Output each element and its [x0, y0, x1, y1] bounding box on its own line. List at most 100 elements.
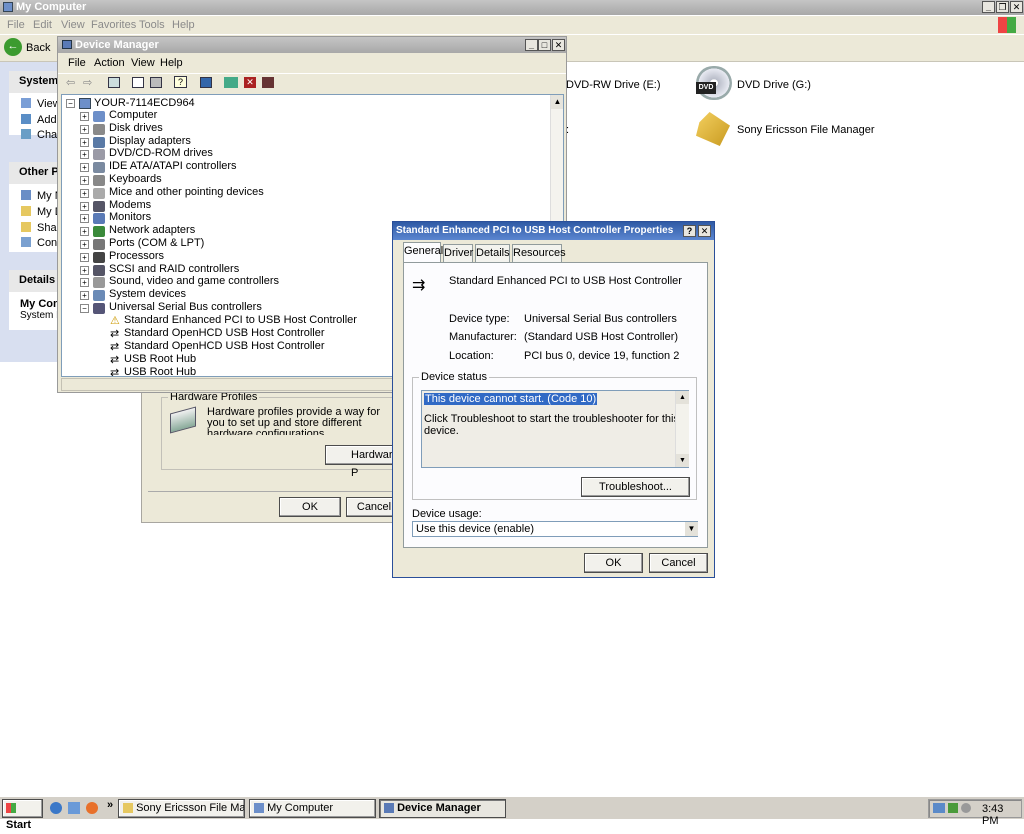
- collapse-box-icon[interactable]: −: [80, 304, 89, 313]
- dm-minimize-button[interactable]: _: [525, 39, 538, 51]
- start-logo-icon: [6, 803, 16, 814]
- task-my-computer[interactable]: My Computer: [249, 799, 376, 818]
- menu-favorites[interactable]: Favorites: [91, 19, 136, 31]
- minimize-button[interactable]: _: [982, 1, 995, 13]
- menu-file[interactable]: File: [7, 19, 25, 31]
- collapse-box-icon[interactable]: −: [66, 99, 75, 108]
- device-category-icon: [93, 200, 105, 212]
- chevron-down-icon[interactable]: ▼: [685, 522, 698, 536]
- category-label: Mice and other pointing devices: [109, 185, 264, 198]
- sony-ericsson-folder-icon[interactable]: [696, 112, 730, 146]
- category-label: Disk drives: [109, 121, 163, 134]
- dvd-rw-drive-label[interactable]: DVD-RW Drive (E:): [566, 79, 661, 91]
- menu-tools[interactable]: Tools: [139, 19, 165, 31]
- expand-box-icon[interactable]: +: [80, 176, 89, 185]
- device-category-icon: [93, 187, 105, 199]
- expand-box-icon[interactable]: +: [80, 124, 89, 134]
- scroll-up-arrow-icon[interactable]: ▲: [676, 391, 689, 404]
- properties-ok-button[interactable]: OK: [584, 553, 643, 573]
- control-panel-icon: [21, 237, 31, 247]
- task-sony-ericsson[interactable]: Sony Ericsson File Manager: [118, 799, 245, 818]
- update-driver-icon[interactable]: [224, 77, 238, 88]
- dm-close-button[interactable]: ✕: [552, 39, 565, 51]
- dm-menu-action[interactable]: Action: [94, 57, 125, 69]
- expand-box-icon[interactable]: +: [80, 150, 89, 160]
- hardware-profiles-icon: [170, 406, 196, 434]
- clock-tray-icon[interactable]: [961, 803, 971, 813]
- network-tray-icon[interactable]: [933, 803, 945, 813]
- dvd-drive-icon[interactable]: DVD: [696, 66, 732, 100]
- print-icon[interactable]: [150, 77, 162, 88]
- back-icon[interactable]: ⇦: [66, 76, 75, 89]
- forward-icon[interactable]: ⇨: [83, 76, 92, 89]
- task-label: Sony Ericsson File Manager: [136, 802, 245, 814]
- dm-toolbar: ⇦ ⇨ ? ✕: [58, 73, 566, 91]
- media-player-icon[interactable]: [68, 802, 80, 814]
- dm-menu-view[interactable]: View: [131, 57, 155, 69]
- expand-box-icon[interactable]: +: [80, 252, 89, 262]
- expand-box-icon[interactable]: +: [80, 278, 89, 288]
- usb-plug-icon: ⇄: [110, 354, 120, 366]
- expand-box-icon[interactable]: +: [80, 227, 89, 237]
- dm-menu-help[interactable]: Help: [160, 57, 183, 69]
- device-category-icon: [93, 251, 105, 263]
- close-button[interactable]: ✕: [1010, 1, 1023, 13]
- uninstall-icon[interactable]: ✕: [244, 77, 256, 88]
- expand-box-icon[interactable]: +: [80, 201, 89, 211]
- restore-button[interactable]: ❐: [996, 1, 1009, 13]
- disable-icon[interactable]: [262, 77, 274, 88]
- properties-cancel-button[interactable]: Cancel: [649, 553, 708, 573]
- properties-title: Standard Enhanced PCI to USB Host Contro…: [396, 225, 674, 236]
- help-question-button[interactable]: ?: [683, 225, 696, 237]
- category-label: Monitors: [109, 211, 152, 224]
- expand-box-icon[interactable]: +: [80, 163, 89, 173]
- dvd-drive-label[interactable]: DVD Drive (G:): [737, 79, 811, 91]
- sony-ericsson-label[interactable]: Sony Ericsson File Manager: [737, 124, 875, 136]
- properties-close-button[interactable]: ✕: [698, 225, 711, 237]
- status-textbox[interactable]: This device cannot start. (Code 10) Clic…: [421, 390, 689, 468]
- manufacturer-value: (Standard USB Host Controller): [524, 331, 679, 343]
- device-manager-icon: [62, 40, 72, 49]
- properties-icon[interactable]: [132, 77, 144, 88]
- usb-tray-icon[interactable]: [948, 803, 958, 813]
- tab-driver[interactable]: Driver: [443, 244, 473, 262]
- expand-box-icon[interactable]: +: [80, 265, 89, 275]
- menu-edit[interactable]: Edit: [33, 19, 52, 31]
- quick-launch-chevron[interactable]: »: [107, 799, 113, 811]
- show-hide-tree-icon[interactable]: [108, 77, 120, 88]
- help-icon[interactable]: ?: [174, 76, 187, 88]
- status-scrollbar[interactable]: ▲ ▼: [675, 391, 689, 467]
- start-button[interactable]: Start: [2, 799, 43, 831]
- add-remove-link[interactable]: Add: [37, 114, 57, 126]
- scan-hardware-icon[interactable]: [200, 77, 212, 88]
- menu-help[interactable]: Help: [172, 19, 195, 31]
- expand-box-icon[interactable]: +: [80, 291, 89, 301]
- dm-menu-file[interactable]: File: [68, 57, 86, 69]
- category-label: System devices: [109, 288, 187, 301]
- troubleshoot-button[interactable]: Troubleshoot...: [581, 477, 690, 497]
- expand-box-icon[interactable]: +: [80, 188, 89, 198]
- expand-box-icon[interactable]: +: [80, 214, 89, 224]
- device-usage-select[interactable]: Use this device (enable) ▼: [412, 521, 698, 537]
- tab-general[interactable]: General: [403, 242, 443, 262]
- task-device-manager[interactable]: Device Manager: [379, 799, 506, 818]
- dm-menu-bar: File Action View Help: [58, 55, 566, 71]
- expand-box-icon[interactable]: +: [80, 112, 89, 121]
- tab-resources[interactable]: Resources: [512, 244, 566, 262]
- firefox-icon[interactable]: [86, 802, 98, 814]
- menu-view[interactable]: View: [61, 19, 85, 31]
- back-button[interactable]: ← Back: [4, 38, 60, 58]
- scroll-up-arrow-icon[interactable]: ▲: [551, 95, 563, 109]
- device-manager-title: Device Manager: [75, 39, 159, 51]
- ie-icon[interactable]: [50, 802, 62, 814]
- system-ok-button[interactable]: OK: [279, 497, 341, 517]
- device-usage-label: Device usage:: [412, 508, 482, 520]
- tab-details[interactable]: Details: [475, 244, 510, 262]
- expand-box-icon[interactable]: +: [80, 240, 89, 249]
- device-usage-value: Use this device (enable): [416, 523, 535, 535]
- dm-maximize-button[interactable]: □: [538, 39, 551, 51]
- category-label: Keyboards: [109, 173, 162, 185]
- scroll-down-arrow-icon[interactable]: ▼: [676, 454, 689, 467]
- expand-box-icon[interactable]: +: [80, 137, 89, 147]
- root-computer-label: YOUR-7114ECD964: [94, 97, 195, 109]
